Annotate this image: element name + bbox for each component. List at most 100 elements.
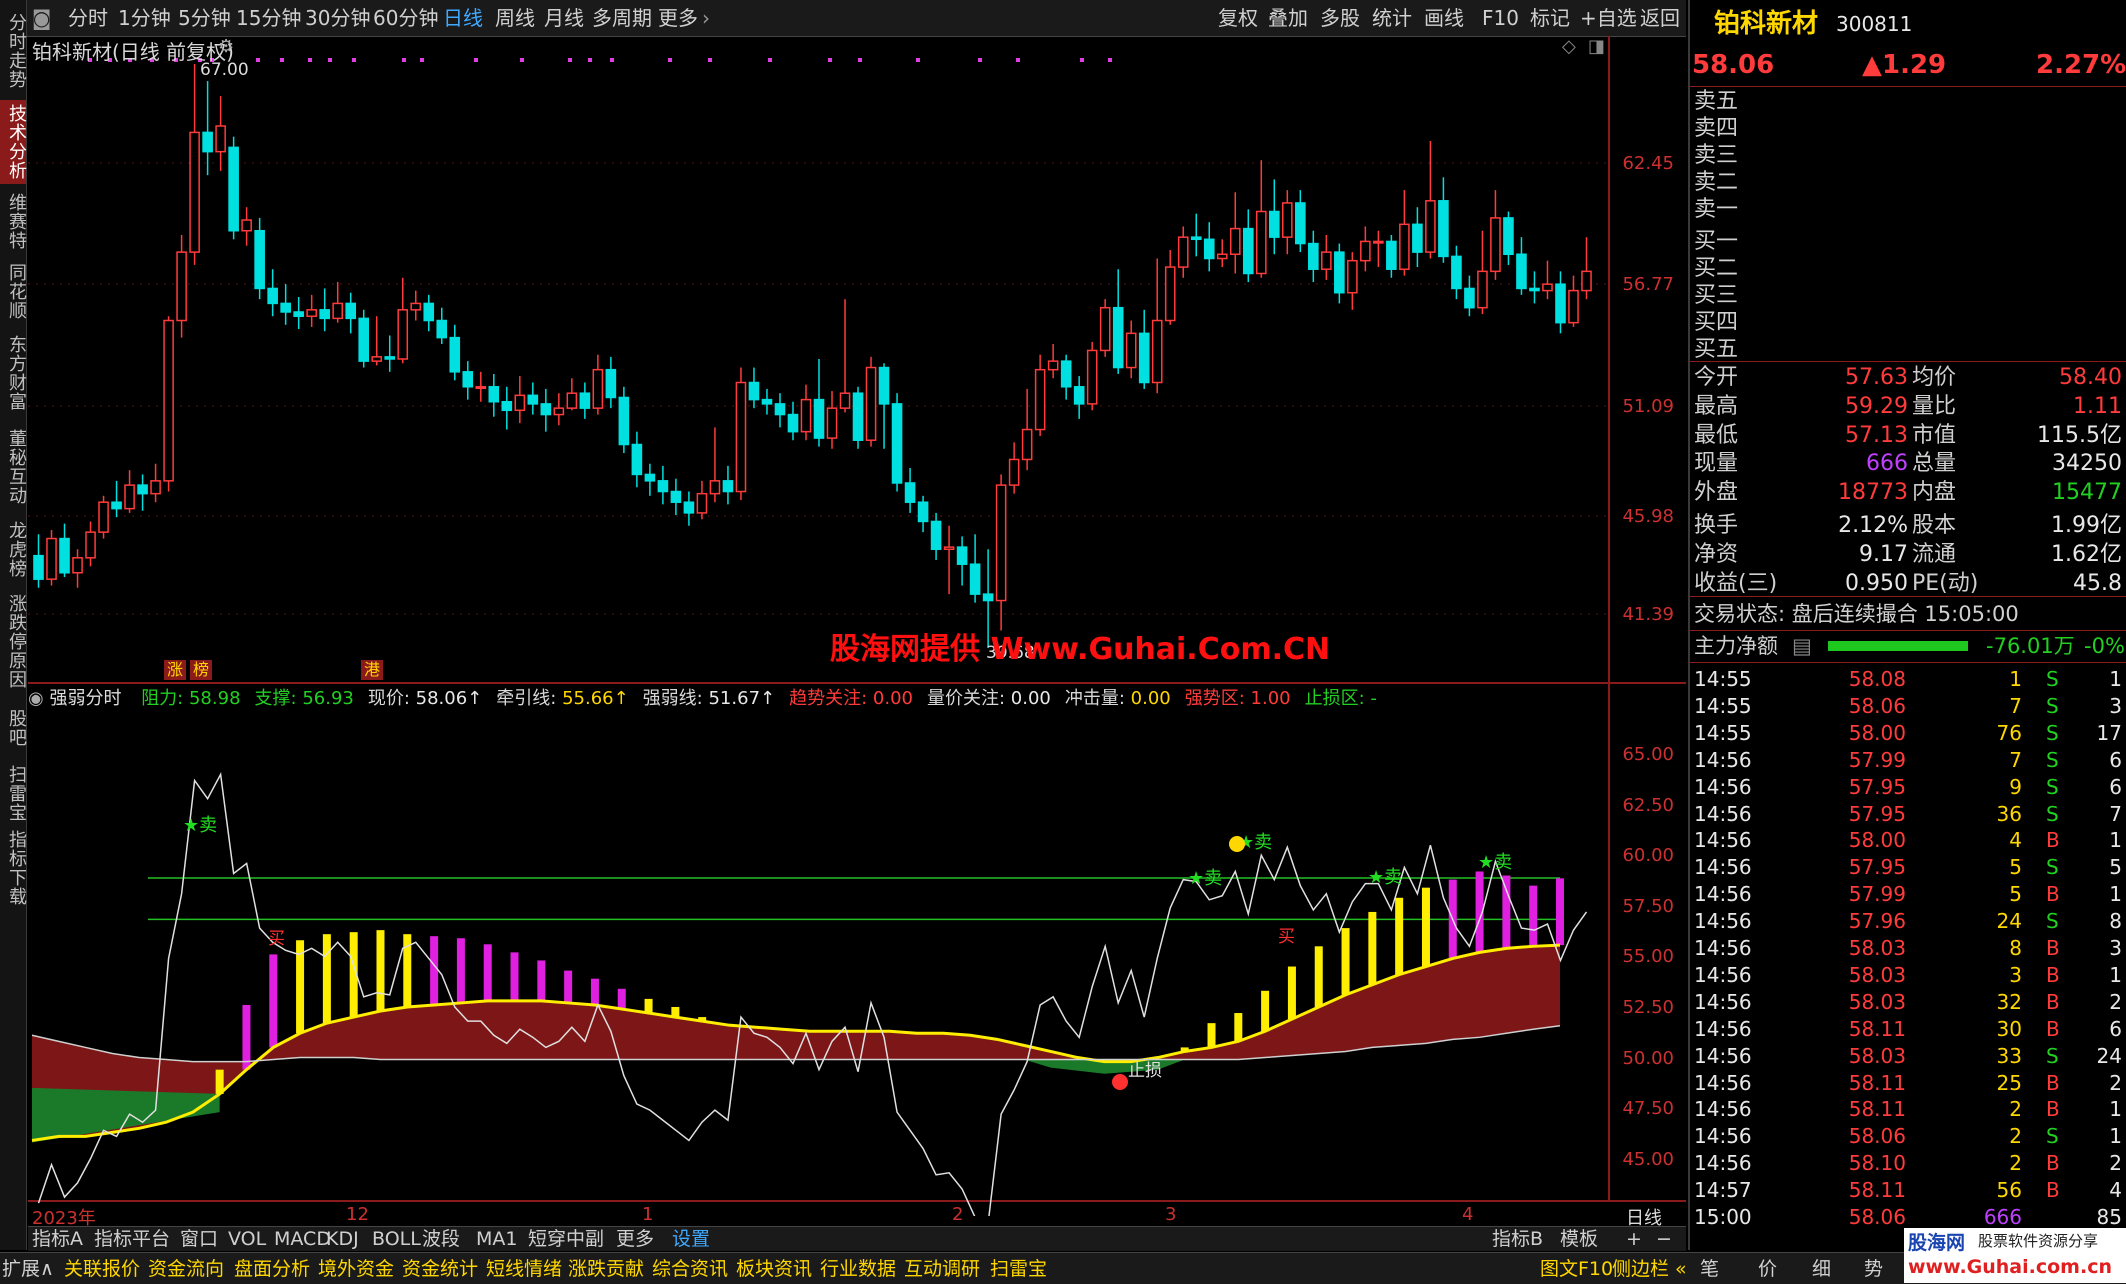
bottom-tab-0[interactable]: 扩展∧ (2, 1255, 54, 1283)
period-tab-60min[interactable]: 60分钟 (373, 4, 438, 32)
candle[interactable] (1464, 275, 1475, 317)
candle[interactable] (98, 495, 109, 539)
bottom-right-tab-0[interactable]: 图文F10 (1540, 1255, 1613, 1283)
candle[interactable] (800, 384, 812, 441)
left-tab-6[interactable]: 龙虎榜 (0, 516, 27, 582)
bottom-tab-2[interactable]: 资金流向 (148, 1255, 224, 1283)
candle[interactable] (891, 393, 903, 492)
indicator-tab-2[interactable]: 窗口 (180, 1227, 218, 1251)
left-tab-5[interactable]: 董秘互动 (0, 422, 27, 512)
settings-circle-icon[interactable]: ⚙ (218, 36, 234, 57)
zhangting-marker[interactable]: 涨 (164, 660, 186, 680)
longhubang-marker[interactable]: 榜 (190, 660, 212, 680)
candle[interactable] (1321, 235, 1332, 280)
candle[interactable] (995, 474, 1007, 631)
indicator-tab-right-1[interactable]: 模板 (1560, 1227, 1598, 1251)
candle[interactable] (1164, 249, 1176, 325)
candle[interactable] (1386, 235, 1397, 278)
candle[interactable] (605, 356, 617, 409)
left-tab-0[interactable]: 分时走势 (0, 6, 27, 96)
indicator-tab-4[interactable]: MACD (274, 1227, 331, 1251)
candle[interactable] (930, 512, 942, 560)
candle[interactable] (1581, 237, 1592, 300)
left-tab-7[interactable]: 涨跌停原因 (0, 586, 27, 696)
candle[interactable] (540, 388, 552, 432)
sell-signal[interactable]: ★卖 (1188, 868, 1222, 889)
candle[interactable] (917, 495, 929, 533)
toolbar-back[interactable]: 返回 (1640, 4, 1680, 32)
candle[interactable] (1503, 211, 1514, 265)
candle[interactable] (449, 324, 461, 381)
period-tab-more[interactable]: 更多 (658, 4, 698, 32)
candle[interactable] (579, 382, 591, 419)
buy-signal[interactable]: 买 (1278, 927, 1295, 947)
candle[interactable] (1099, 299, 1111, 357)
candle[interactable] (1308, 230, 1319, 283)
period-tab-weekly[interactable]: 周线 (495, 4, 535, 32)
candle[interactable] (631, 431, 643, 488)
candle[interactable] (553, 393, 565, 426)
toolbar-f10[interactable]: F10 (1482, 4, 1519, 32)
candle[interactable] (228, 136, 239, 240)
indicator-tab-6[interactable]: BOLL (372, 1227, 421, 1251)
period-tab-daily[interactable]: 日线 (443, 4, 483, 32)
candle[interactable] (462, 361, 474, 400)
indicator-name[interactable]: 强弱分时 (49, 688, 121, 709)
bottom-tab-7[interactable]: 涨跌贡献 (568, 1255, 644, 1283)
candle[interactable] (1203, 222, 1215, 272)
bottom-right-tab-2[interactable]: 笔 (1700, 1255, 1719, 1283)
toolbar-tongji[interactable]: 统计 (1372, 4, 1412, 32)
candle[interactable] (371, 316, 383, 366)
candle[interactable] (904, 468, 916, 513)
candle[interactable] (293, 297, 304, 330)
candle[interactable] (1060, 354, 1072, 400)
candle[interactable] (1516, 237, 1527, 295)
bottom-tab-3[interactable]: 盘面分析 (234, 1255, 310, 1283)
candle[interactable] (813, 358, 825, 447)
bottom-tab-11[interactable]: 互动调研 (904, 1255, 980, 1283)
bottom-tab-1[interactable]: 关联报价 (64, 1255, 140, 1283)
candle[interactable] (1399, 190, 1410, 276)
candle[interactable] (1034, 354, 1046, 436)
candle[interactable] (774, 393, 786, 428)
candle[interactable] (59, 523, 70, 578)
left-tab-3[interactable]: 同花顺 (0, 258, 27, 324)
toolbar-huaxian[interactable]: 画线 (1424, 4, 1464, 32)
toolbar-biaoji[interactable]: 标记 (1530, 4, 1570, 32)
candle[interactable] (1425, 140, 1436, 259)
candle[interactable] (1555, 271, 1566, 334)
candle[interactable] (1477, 230, 1488, 315)
candle[interactable] (267, 269, 278, 317)
candle[interactable] (319, 288, 330, 332)
candle[interactable] (826, 391, 838, 449)
candle[interactable] (852, 386, 864, 449)
hk-connect-marker[interactable]: 港 (361, 660, 383, 680)
candle[interactable] (956, 536, 968, 586)
indicator-toggle-icon[interactable]: ◉ (28, 688, 44, 709)
candle[interactable] (189, 64, 200, 265)
indicator-tab-1[interactable]: 指标平台 (94, 1227, 170, 1251)
candle[interactable] (1438, 177, 1449, 263)
candle[interactable] (1490, 190, 1501, 280)
candle[interactable] (514, 376, 526, 424)
candle[interactable] (1282, 190, 1293, 255)
period-tab-fenshi[interactable]: 分时 (68, 4, 108, 32)
buy-signal[interactable]: 买 (268, 929, 285, 949)
candle[interactable] (722, 465, 734, 505)
left-tab-2[interactable]: 维赛特 (0, 188, 27, 254)
indicator-tab-11[interactable]: 设置 (672, 1227, 710, 1251)
candle[interactable] (1138, 309, 1150, 389)
candle[interactable] (163, 316, 174, 492)
toolbar-fuquan[interactable]: 复权 (1218, 4, 1258, 32)
panel-toggle-icon[interactable]: ◨ (1588, 36, 1605, 57)
candle[interactable] (176, 235, 187, 338)
candle[interactable] (1073, 376, 1085, 419)
bottom-tab-6[interactable]: 短线情绪 (486, 1255, 562, 1283)
candle[interactable] (787, 401, 799, 441)
period-tab-15min[interactable]: 15分钟 (236, 4, 301, 32)
sell-signal[interactable]: ★卖 (183, 815, 217, 836)
candle[interactable] (1529, 271, 1540, 304)
candle[interactable] (215, 96, 226, 171)
candle[interactable] (85, 521, 96, 567)
indicator-tab-8[interactable]: MA1 (476, 1227, 517, 1251)
